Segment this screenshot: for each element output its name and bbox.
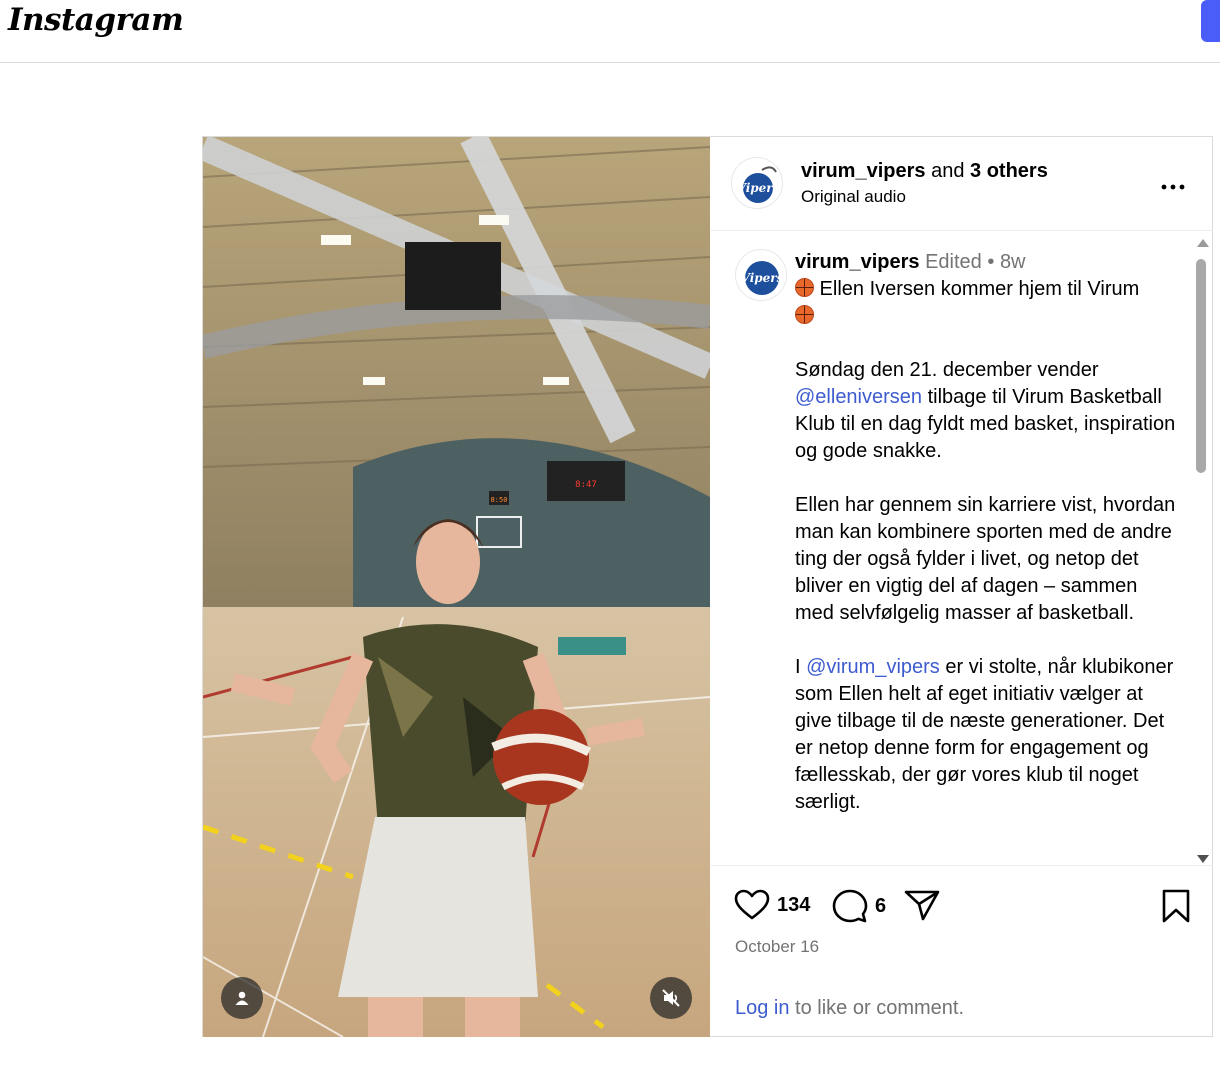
top-right-button[interactable]	[1201, 0, 1220, 42]
mute-toggle-button[interactable]	[650, 977, 692, 1019]
caption-p3-text-a: I	[795, 656, 807, 678]
caption-paragraph-3: I @virum_vipers er vi stolte, når klubik…	[795, 654, 1180, 816]
paper-plane-icon	[904, 890, 940, 921]
comment-count[interactable]: 6	[875, 895, 886, 918]
scoreboard-right: 8:47	[575, 480, 597, 490]
post-header: Vipers virum_vipers and 3 others Origina…	[710, 137, 1213, 231]
login-link[interactable]: Log in	[735, 997, 790, 1019]
post-details-pane: Vipers virum_vipers and 3 others Origina…	[710, 137, 1213, 1037]
edited-label: Edited	[925, 251, 982, 273]
caption-author-avatar[interactable]: Vipers	[735, 249, 787, 301]
comment-bubble-icon	[832, 889, 868, 923]
caption-title-line: Ellen Iversen kommer hjem til Virum	[795, 276, 1180, 330]
comment-button[interactable]: 6	[832, 889, 886, 923]
heart-icon	[734, 889, 770, 920]
svg-text:Vipers: Vipers	[741, 271, 784, 285]
caption-text: virum_vipers Edited • 8w Ellen Iversen k…	[795, 249, 1180, 816]
more-options-icon	[1161, 184, 1185, 190]
action-bar: 134 6	[710, 877, 1213, 937]
post-age[interactable]: 8w	[1000, 251, 1026, 273]
caption-scroll-area[interactable]: Vipers virum_vipers Edited • 8w Ellen Iv…	[710, 232, 1213, 866]
original-audio-link[interactable]: Original audio	[801, 187, 1048, 207]
virum-vipers-logo: Vipers	[737, 166, 780, 203]
caption-header: virum_vipers Edited • 8w	[795, 249, 1180, 276]
instagram-logo[interactable]: Instagram	[8, 2, 184, 38]
caption-paragraph-1: Søndag den 21. december vender @ellenive…	[795, 357, 1180, 465]
like-count[interactable]: 134	[777, 894, 810, 917]
header-text: virum_vipers and 3 others Original audio	[801, 160, 1048, 207]
scroll-up-arrow-icon[interactable]	[1197, 239, 1209, 247]
save-button[interactable]	[1161, 889, 1191, 923]
like-button[interactable]: 134	[734, 889, 810, 921]
speaker-muted-icon	[662, 989, 680, 1007]
caption-p1-text-a: Søndag den 21. december vender	[795, 359, 1099, 381]
caption-p3-text-b: er vi stolte, når klubikoner som Ellen h…	[795, 656, 1174, 813]
basketball-emoji-icon	[795, 305, 814, 324]
header-and: and	[931, 160, 965, 182]
author-avatar[interactable]: Vipers	[731, 157, 783, 209]
header-others[interactable]: 3 others	[970, 160, 1048, 182]
video-frame: 8:47 8:50	[203, 137, 710, 1037]
top-navigation-bar: Instagram	[0, 0, 1220, 63]
scrollbar-thumb[interactable]	[1196, 259, 1206, 473]
more-options-button[interactable]	[1161, 175, 1185, 190]
user-tag-icon	[235, 991, 249, 1005]
login-prompt-text: to like or comment.	[789, 997, 965, 1019]
caption-paragraph-2: Ellen har gennem sin karriere vist, hvor…	[795, 494, 1176, 624]
post-container: 8:47 8:50 Vipers virum_vipers and 3 othe…	[202, 136, 1213, 1037]
caption-username[interactable]: virum_vipers	[795, 251, 920, 273]
user-tag-button[interactable]	[221, 977, 263, 1019]
scroll-down-arrow-icon[interactable]	[1197, 855, 1209, 863]
mention-elleniversen[interactable]: @elleniversen	[795, 386, 922, 408]
virum-vipers-logo: Vipers	[741, 261, 784, 295]
bookmark-icon	[1162, 889, 1190, 923]
meta-separator: •	[987, 251, 995, 273]
share-button[interactable]	[904, 889, 940, 921]
svg-text:Vipers: Vipers	[737, 181, 780, 195]
caption-scrollbar[interactable]	[1194, 239, 1210, 863]
basketball-emoji-icon	[795, 278, 814, 297]
mention-virum-vipers[interactable]: @virum_vipers	[806, 656, 940, 678]
post-date[interactable]: October 16	[735, 937, 819, 957]
scoreboard-left: 8:50	[491, 496, 508, 504]
post-video[interactable]: 8:47 8:50	[203, 137, 710, 1037]
header-authors: virum_vipers and 3 others	[801, 160, 1048, 183]
login-prompt: Log in to like or comment.	[735, 997, 964, 1020]
header-username[interactable]: virum_vipers	[801, 160, 926, 182]
caption-title: Ellen Iversen kommer hjem til Virum	[814, 278, 1140, 300]
